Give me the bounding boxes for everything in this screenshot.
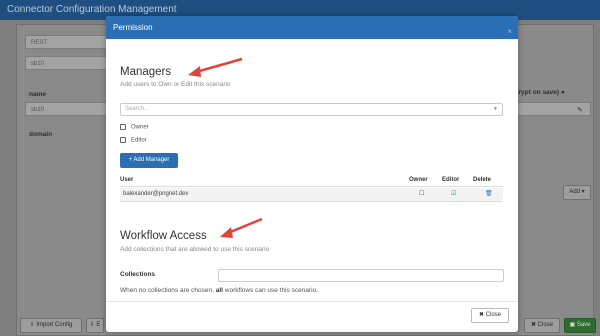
workflow-access-heading: Workflow Access — [120, 230, 207, 242]
table-row: balexander@pngnet.dev ☐ ☑ 🗑 — [120, 188, 503, 201]
owner-column-header: Owner — [409, 177, 428, 183]
info-icon: ● — [560, 89, 565, 96]
close-icon[interactable]: × — [507, 20, 512, 43]
annotation-arrow-icon — [220, 217, 263, 238]
pencil-icon[interactable]: ✎ — [577, 106, 583, 114]
import-icon: ⇩ — [29, 322, 35, 328]
owner-toggle-icon[interactable]: ☐ — [419, 188, 424, 201]
permission-modal: Permission × Managers Add users to Own o… — [106, 16, 518, 332]
encrypt-label: crypt on save) ● — [515, 89, 565, 96]
workflow-access-subtitle: Add collections that are allowed to use … — [120, 246, 270, 253]
managers-heading: Managers — [120, 66, 172, 78]
modal-close-button[interactable]: ✖ Close — [471, 308, 509, 323]
manager-search-input[interactable]: Search... ▼ — [120, 103, 503, 116]
user-column-header: User — [120, 177, 134, 183]
name-label: name — [29, 91, 46, 98]
editor-column-header: Editor — [442, 177, 460, 183]
export-button[interactable]: ⇩ E — [86, 318, 104, 333]
editor-check-icon[interactable]: ☑ — [451, 188, 456, 201]
import-config-button[interactable]: ⇩ Import Config — [20, 318, 82, 333]
modal-footer-divider — [106, 301, 518, 302]
app-title: Connector Configuration Management — [7, 4, 177, 15]
bg-close-button[interactable]: ✖ Close — [524, 318, 560, 333]
editor-checkbox[interactable] — [120, 137, 126, 143]
owner-option[interactable]: Owner — [120, 124, 149, 131]
close-icon: ✖ — [478, 312, 484, 318]
owner-checkbox[interactable] — [120, 124, 126, 130]
editor-option[interactable]: Editor — [120, 137, 147, 144]
table-divider — [120, 186, 503, 187]
delete-icon[interactable]: 🗑 — [485, 188, 493, 201]
chevron-down-icon: ▼ — [493, 106, 498, 112]
collections-help-text: When no collections are chosen, all work… — [120, 287, 318, 294]
delete-column-header: Delete — [473, 177, 492, 183]
domain-label: domain — [29, 131, 53, 138]
modal-header: Permission × — [106, 16, 518, 39]
manager-email: balexander@pngnet.dev — [123, 191, 189, 197]
collections-label: Collections — [120, 271, 156, 278]
export-icon: ⇩ — [89, 322, 95, 328]
collections-input[interactable] — [218, 269, 504, 282]
add-manager-button[interactable]: + Add Manager — [120, 153, 178, 168]
annotation-arrow-icon — [188, 57, 243, 77]
modal-title: Permission — [113, 23, 153, 32]
save-icon: ▣ — [569, 322, 576, 328]
managers-subtitle: Add users to Own or Edit this scenario — [120, 81, 231, 88]
add-dropdown-button[interactable]: Add ▾ — [563, 185, 591, 200]
table-divider — [120, 201, 503, 202]
save-button[interactable]: ▣ Save — [564, 318, 596, 333]
